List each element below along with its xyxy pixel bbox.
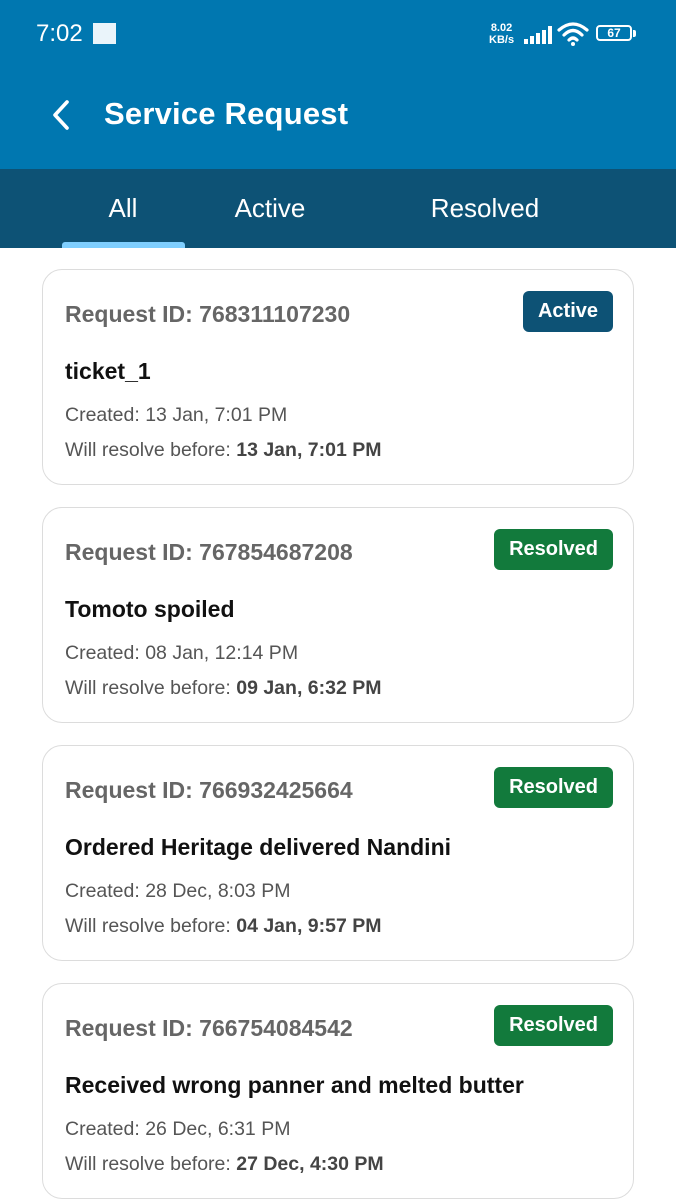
created-date: Created: 13 Jan, 7:01 PM	[65, 404, 288, 426]
resolve-before: Will resolve before: 09 Jan, 6:32 PM	[65, 677, 381, 700]
request-id: Request ID: 768311107230	[65, 301, 351, 327]
tab-resolved[interactable]: Resolved	[400, 169, 570, 248]
request-title: Tomoto spoiled	[65, 596, 235, 622]
notification-square-icon	[93, 23, 116, 44]
signal-icon	[524, 26, 552, 44]
request-id: Request ID: 766932425664	[65, 777, 353, 803]
request-title: Ordered Heritage delivered Nandini	[65, 834, 452, 860]
service-request-card[interactable]: Request ID: 766754084542 Resolved Receiv…	[42, 983, 634, 1199]
resolve-label: Will resolve before:	[65, 439, 237, 461]
page-title: Service Request	[104, 96, 349, 131]
network-speed-value: 8.02	[490, 22, 513, 34]
tab-bar: All Active Resolved	[0, 169, 676, 248]
status-time: 7:02	[36, 20, 83, 47]
resolve-label: Will resolve before:	[65, 915, 237, 937]
wifi-icon	[557, 22, 589, 46]
resolve-date: 09 Jan, 6:32 PM	[236, 677, 382, 699]
battery-icon: 67	[596, 25, 636, 43]
request-title: Received wrong panner and melted butter	[65, 1072, 524, 1098]
tab-selected-indicator	[62, 242, 185, 248]
request-title: ticket_1	[65, 358, 151, 384]
tab-active[interactable]: Active	[200, 169, 340, 248]
tab-all[interactable]: All	[62, 169, 184, 248]
status-badge: Resolved	[494, 529, 613, 570]
status-bar: 7:02 8.02 KB/s 67	[0, 0, 676, 70]
status-badge: Active	[522, 291, 613, 332]
status-badge: Resolved	[494, 767, 613, 808]
resolve-before: Will resolve before: 13 Jan, 7:01 PM	[65, 439, 381, 462]
resolve-before: Will resolve before: 27 Dec, 4:30 PM	[65, 1153, 384, 1176]
network-speed-unit: KB/s	[489, 34, 515, 46]
created-date: Created: 08 Jan, 12:14 PM	[65, 642, 299, 664]
resolve-before: Will resolve before: 04 Jan, 9:57 PM	[65, 915, 381, 938]
request-id: Request ID: 767854687208	[65, 539, 353, 565]
battery-level: 67	[607, 26, 621, 40]
service-request-card[interactable]: Request ID: 768311107230 Active ticket_1…	[42, 269, 634, 485]
status-badge: Resolved	[494, 1005, 613, 1046]
request-id: Request ID: 766754084542	[65, 1015, 353, 1041]
created-date: Created: 26 Dec, 6:31 PM	[65, 1118, 291, 1140]
resolve-date: 13 Jan, 7:01 PM	[236, 439, 382, 461]
created-date: Created: 28 Dec, 8:03 PM	[65, 880, 291, 902]
network-speed: 8.02 KB/s	[489, 22, 514, 46]
service-request-card[interactable]: Request ID: 766932425664 Resolved Ordere…	[42, 745, 634, 961]
resolve-label: Will resolve before:	[65, 677, 237, 699]
chevron-left-icon[interactable]	[48, 98, 74, 132]
service-request-card[interactable]: Request ID: 767854687208 Resolved Tomoto…	[42, 507, 634, 723]
app-bar: Service Request	[0, 70, 676, 169]
resolve-label: Will resolve before:	[65, 1153, 237, 1175]
resolve-date: 27 Dec, 4:30 PM	[236, 1153, 384, 1175]
resolve-date: 04 Jan, 9:57 PM	[236, 915, 382, 937]
